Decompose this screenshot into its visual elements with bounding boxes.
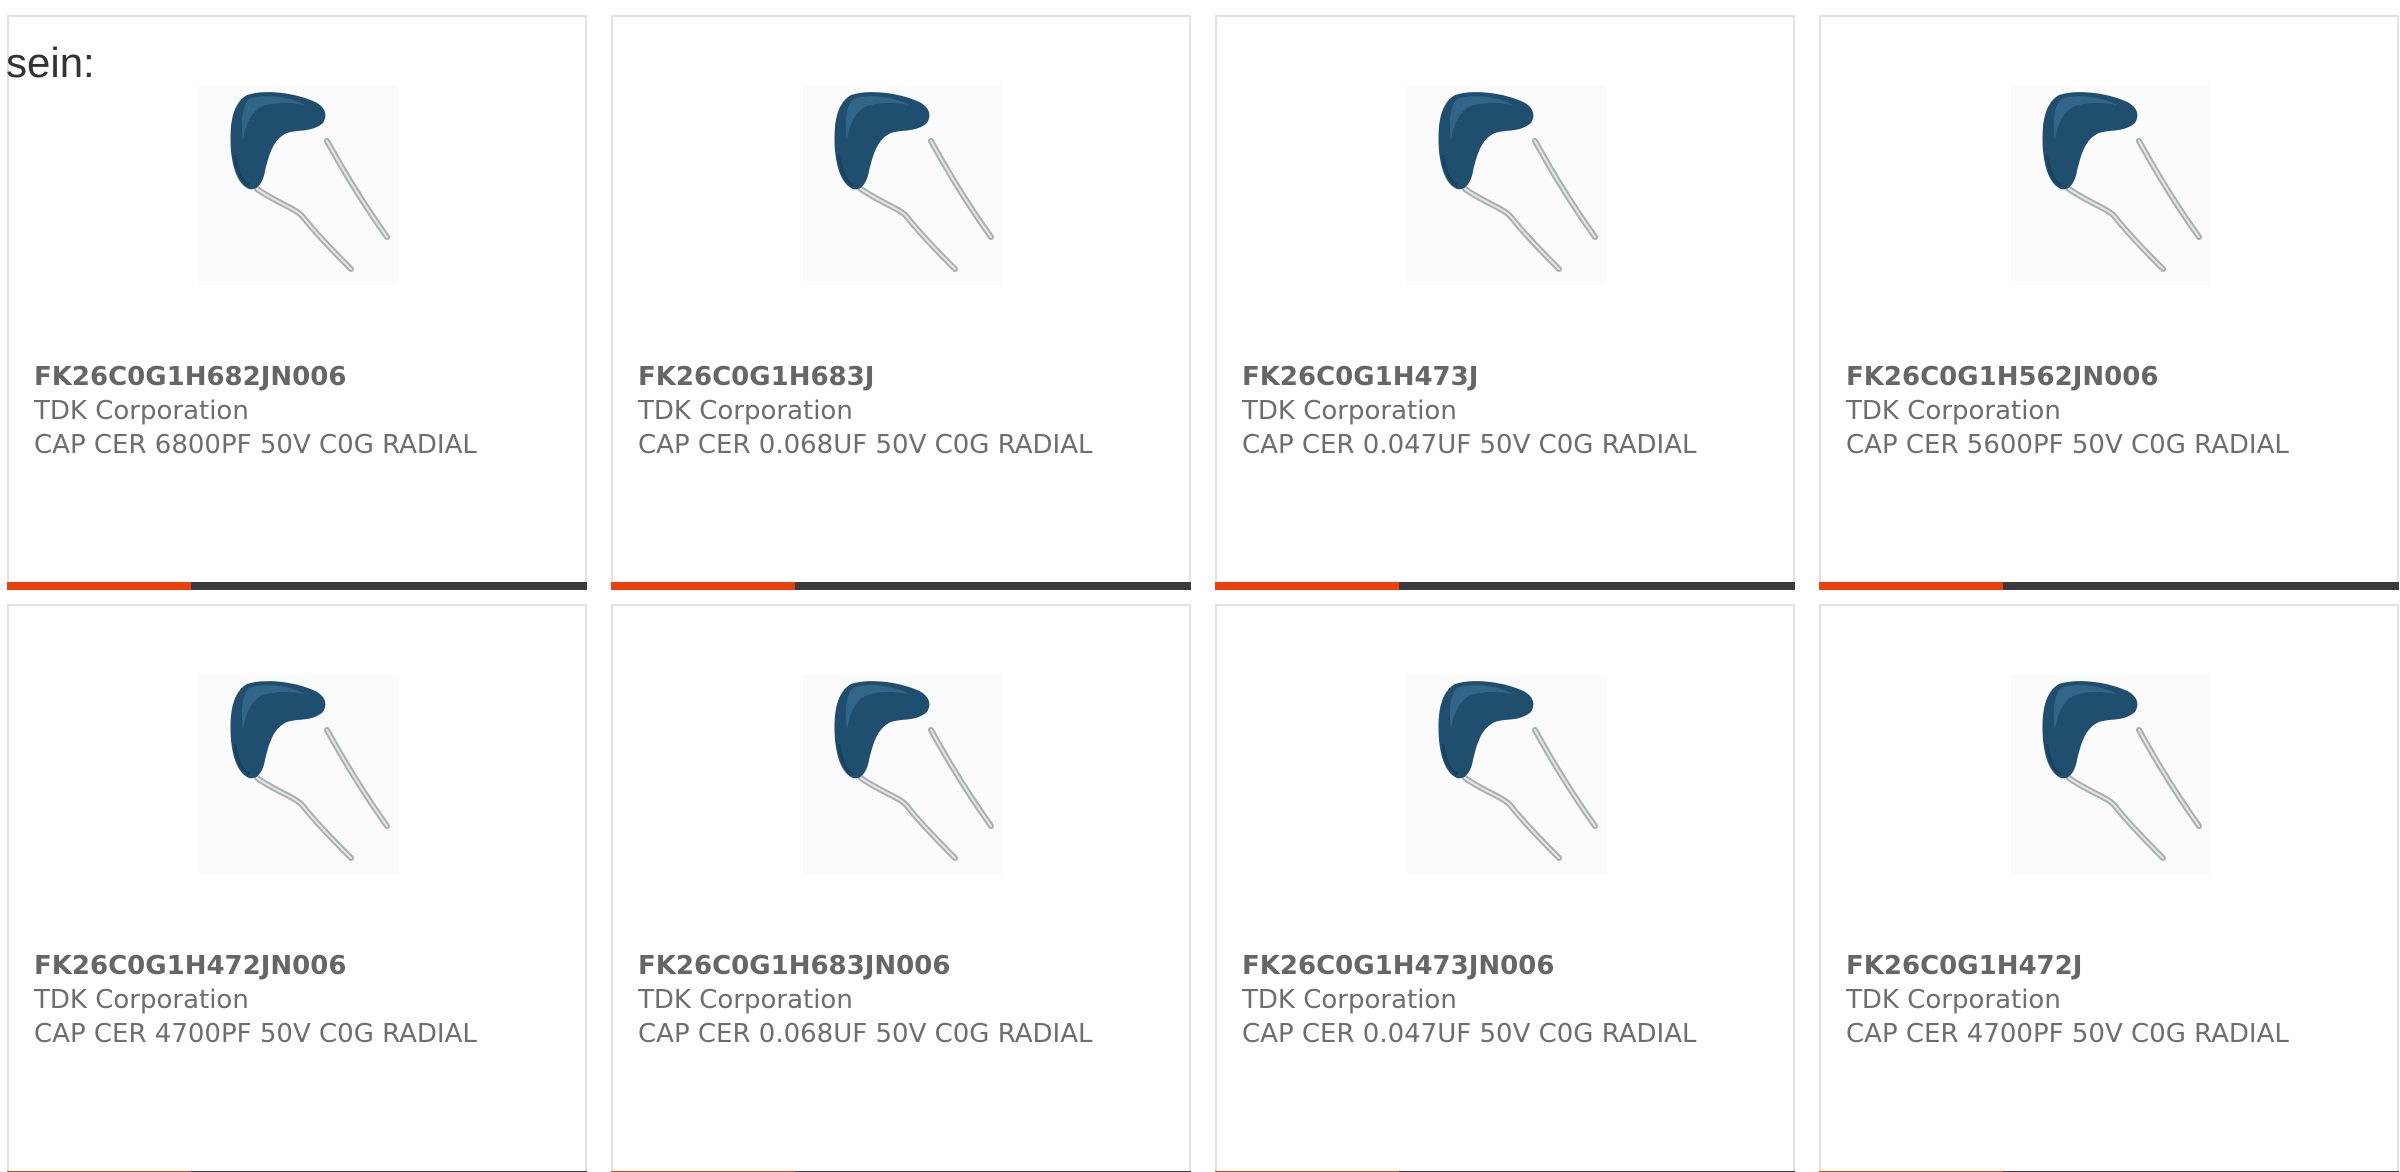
- product-info: FK26C0G1H472J TDK Corporation CAP CER 47…: [1846, 949, 2377, 1051]
- product-info: FK26C0G1H473J TDK Corporation CAP CER 0.…: [1242, 360, 1773, 462]
- product-card[interactable]: FK26C0G1H683J TDK Corporation CAP CER 0.…: [611, 15, 1191, 590]
- product-info: FK26C0G1H682JN006 TDK Corporation CAP CE…: [34, 360, 565, 462]
- product-description: CAP CER 0.068UF 50V C0G RADIAL: [638, 1019, 1093, 1049]
- product-description: CAP CER 0.047UF 50V C0G RADIAL: [1242, 1019, 1697, 1049]
- intro-text: sein:: [6, 39, 95, 86]
- product-grid: FK26C0G1H682JN006 TDK Corporation CAP CE…: [7, 15, 2399, 1172]
- product-image[interactable]: [1407, 85, 1607, 285]
- manufacturer-name: TDK Corporation: [34, 396, 249, 426]
- product-description: CAP CER 6800PF 50V C0G RADIAL: [34, 430, 477, 460]
- product-image[interactable]: [2011, 85, 2211, 285]
- part-number-link[interactable]: FK26C0G1H473JN006: [1242, 949, 1773, 983]
- product-card[interactable]: FK26C0G1H473JN006 TDK Corporation CAP CE…: [1215, 604, 1795, 1172]
- product-description: CAP CER 4700PF 50V C0G RADIAL: [1846, 1019, 2289, 1049]
- product-description: CAP CER 5600PF 50V C0G RADIAL: [1846, 430, 2289, 460]
- manufacturer-name: TDK Corporation: [1846, 396, 2061, 426]
- card-accent-bar: [7, 582, 587, 590]
- product-image[interactable]: [1407, 674, 1607, 874]
- capacitor-icon: [230, 681, 390, 861]
- dark-bar-segment: [2003, 582, 2399, 590]
- part-number-link[interactable]: FK26C0G1H683J: [638, 360, 1169, 394]
- accent-bar-segment: [611, 582, 795, 590]
- product-image[interactable]: [2011, 674, 2211, 874]
- product-image[interactable]: [199, 674, 399, 874]
- manufacturer-name: TDK Corporation: [1242, 985, 1457, 1015]
- product-info: FK26C0G1H683J TDK Corporation CAP CER 0.…: [638, 360, 1169, 462]
- product-listing-page: sein: FK26C0G1H682JN006 TDK Corporation …: [0, 0, 2400, 1172]
- product-card[interactable]: FK26C0G1H472J TDK Corporation CAP CER 47…: [1819, 604, 2399, 1172]
- manufacturer-name: TDK Corporation: [638, 396, 853, 426]
- capacitor-icon: [834, 681, 994, 861]
- capacitor-icon: [834, 92, 994, 272]
- manufacturer-name: TDK Corporation: [34, 985, 249, 1015]
- manufacturer-name: TDK Corporation: [1242, 396, 1457, 426]
- product-description: CAP CER 4700PF 50V C0G RADIAL: [34, 1019, 477, 1049]
- manufacturer-name: TDK Corporation: [1846, 985, 2061, 1015]
- capacitor-icon: [1438, 681, 1598, 861]
- product-image[interactable]: [199, 85, 399, 285]
- product-card[interactable]: FK26C0G1H562JN006 TDK Corporation CAP CE…: [1819, 15, 2399, 590]
- accent-bar-segment: [7, 582, 191, 590]
- capacitor-icon: [2042, 92, 2202, 272]
- dark-bar-segment: [795, 582, 1191, 590]
- product-card[interactable]: FK26C0G1H683JN006 TDK Corporation CAP CE…: [611, 604, 1191, 1172]
- product-info: FK26C0G1H683JN006 TDK Corporation CAP CE…: [638, 949, 1169, 1051]
- dark-bar-segment: [191, 582, 587, 590]
- product-card[interactable]: FK26C0G1H472JN006 TDK Corporation CAP CE…: [7, 604, 587, 1172]
- accent-bar-segment: [1215, 582, 1399, 590]
- product-description: CAP CER 0.047UF 50V C0G RADIAL: [1242, 430, 1697, 460]
- product-card[interactable]: FK26C0G1H473J TDK Corporation CAP CER 0.…: [1215, 15, 1795, 590]
- part-number-link[interactable]: FK26C0G1H472JN006: [34, 949, 565, 983]
- product-image[interactable]: [803, 85, 1003, 285]
- product-card[interactable]: FK26C0G1H682JN006 TDK Corporation CAP CE…: [7, 15, 587, 590]
- product-info: FK26C0G1H562JN006 TDK Corporation CAP CE…: [1846, 360, 2377, 462]
- card-accent-bar: [1819, 582, 2399, 590]
- card-accent-bar: [611, 582, 1191, 590]
- part-number-link[interactable]: FK26C0G1H472J: [1846, 949, 2377, 983]
- part-number-link[interactable]: FK26C0G1H682JN006: [34, 360, 565, 394]
- product-info: FK26C0G1H472JN006 TDK Corporation CAP CE…: [34, 949, 565, 1051]
- part-number-link[interactable]: FK26C0G1H473J: [1242, 360, 1773, 394]
- card-accent-bar: [1215, 582, 1795, 590]
- accent-bar-segment: [1819, 582, 2003, 590]
- capacitor-icon: [230, 92, 390, 272]
- part-number-link[interactable]: FK26C0G1H562JN006: [1846, 360, 2377, 394]
- capacitor-icon: [1438, 92, 1598, 272]
- capacitor-icon: [2042, 681, 2202, 861]
- dark-bar-segment: [1399, 582, 1795, 590]
- product-description: CAP CER 0.068UF 50V C0G RADIAL: [638, 430, 1093, 460]
- part-number-link[interactable]: FK26C0G1H683JN006: [638, 949, 1169, 983]
- manufacturer-name: TDK Corporation: [638, 985, 853, 1015]
- product-image[interactable]: [803, 674, 1003, 874]
- product-info: FK26C0G1H473JN006 TDK Corporation CAP CE…: [1242, 949, 1773, 1051]
